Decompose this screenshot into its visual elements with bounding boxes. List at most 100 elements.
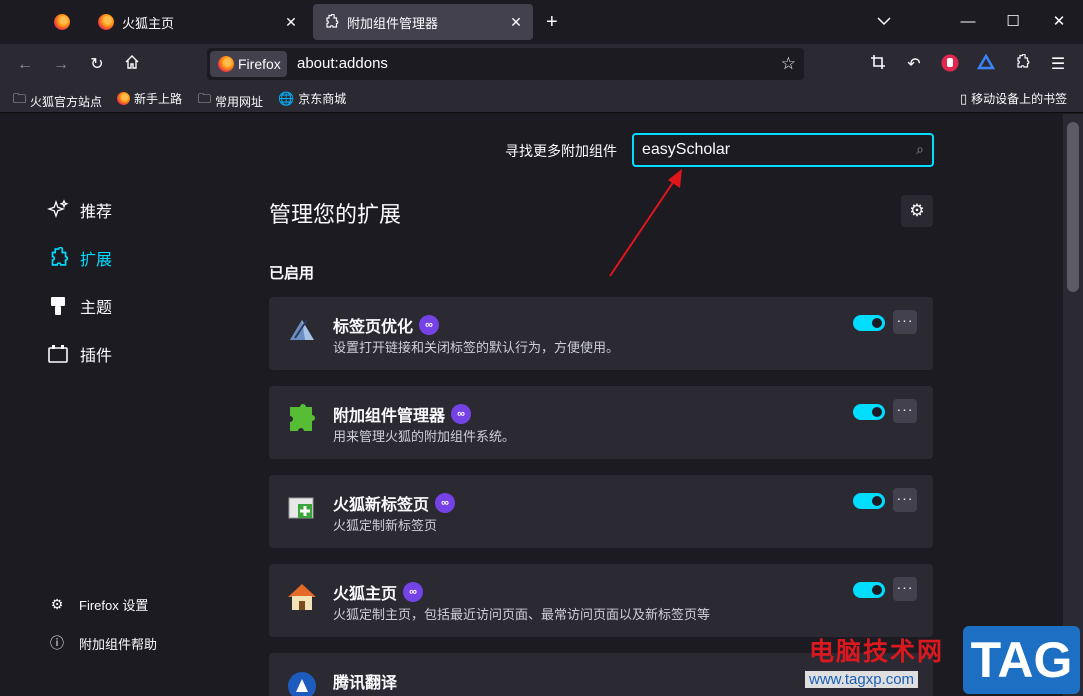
menu-button[interactable]: ☰	[1047, 54, 1069, 76]
close-tab-icon[interactable]: ✕	[282, 13, 300, 31]
addons-help-link[interactable]: ⓘ 附加组件帮助	[49, 633, 157, 653]
folder-icon: 🗀	[198, 91, 212, 106]
addons-page: 寻找更多附加组件 ⌕ 推荐 扩展 主题 插件 ⚙ Firefox 设置 ⓘ 附加…	[0, 114, 1083, 696]
extension-enable-toggle[interactable]	[853, 493, 885, 509]
search-icon: ⌕	[916, 141, 924, 157]
back-button[interactable]: ←	[14, 54, 36, 76]
forward-button[interactable]: →	[50, 54, 72, 76]
addons-search-input[interactable]	[642, 140, 902, 160]
site-watermark: 电脑技术网 www.tagxp.com TAG	[803, 626, 1083, 696]
bookmarks-toolbar: 🗀 火狐官方站点 新手上路 🗀 常用网址 🌐 京东商城 ▯ 移动设备上的书签	[0, 84, 1083, 113]
extension-description: 用来管理火狐的附加组件系统。	[333, 429, 516, 444]
sparkle-icon	[47, 199, 69, 221]
bookmark-star-icon[interactable]: ☆	[781, 54, 796, 74]
minimize-button[interactable]: —	[958, 12, 978, 32]
extension-card[interactable]: 火狐新标签页 ∞ 火狐定制新标签页 ···	[269, 475, 933, 548]
sidebar-item-extensions[interactable]: 扩展	[47, 246, 112, 270]
watermark-site-name: 电脑技术网	[809, 638, 945, 666]
page-title: 管理您的扩展	[269, 202, 402, 227]
section-heading-enabled: 已启用	[269, 265, 315, 282]
firefox-icon	[117, 92, 130, 105]
extension-description: 设置打开链接和关闭标签的默认行为，方便使用。	[333, 340, 620, 355]
firefox-settings-link[interactable]: ⚙ Firefox 设置	[49, 595, 149, 614]
tab-firefox-home[interactable]: 火狐主页 ✕	[88, 4, 308, 40]
more-options-button[interactable]: ···	[893, 399, 917, 423]
translate-icon	[288, 672, 316, 696]
close-window-button[interactable]: ✕	[1049, 12, 1069, 32]
firefox-logo-icon	[54, 14, 70, 30]
sidebar-item-recommendations[interactable]: 推荐	[47, 198, 112, 222]
undo-close-tab-button[interactable]: ↶	[903, 54, 925, 76]
tools-for-addons-button[interactable]: ⚙	[901, 195, 933, 227]
home-icon	[125, 55, 139, 69]
tab-pinned-firefox[interactable]	[44, 4, 84, 40]
extension-card[interactable]: 标签页优化 ∞ 设置打开链接和关闭标签的默认行为，方便使用。 ···	[269, 297, 933, 370]
extension-name: 火狐新标签页	[333, 497, 430, 514]
url-bar[interactable]: Firefox about:addons ☆	[207, 48, 804, 80]
reload-button[interactable]: ↻	[86, 54, 108, 76]
green-puzzle-icon	[290, 404, 315, 431]
extension-enable-toggle[interactable]	[853, 404, 885, 420]
gear-icon: ⚙	[909, 201, 925, 220]
brush-icon	[47, 295, 69, 317]
url-text[interactable]: about:addons	[297, 55, 388, 72]
recommended-badge-icon: ∞	[451, 404, 472, 424]
bookmark-item[interactable]: 🌐 京东商城	[278, 90, 346, 107]
extensions-button[interactable]	[1011, 53, 1033, 76]
new-tab-button[interactable]: +	[546, 12, 558, 32]
puzzle-icon	[1017, 53, 1030, 68]
tab-tweak-icon	[290, 319, 314, 340]
identity-label: Firefox	[238, 56, 281, 72]
maximize-button[interactable]: ☐	[1003, 12, 1023, 32]
tab-title: 附加组件管理器	[347, 15, 439, 31]
new-tab-page-icon	[288, 497, 314, 519]
extension-name: 腾讯翻译	[333, 675, 398, 692]
scrollbar-thumb[interactable]	[1067, 122, 1079, 292]
list-all-tabs-button[interactable]	[874, 12, 894, 32]
recommended-badge-icon: ∞	[419, 315, 440, 335]
extension-enable-toggle[interactable]	[853, 582, 885, 598]
firefox-logo-icon	[98, 14, 114, 30]
addons-search-box[interactable]: ⌕	[632, 133, 934, 167]
firefox-logo-icon	[218, 56, 234, 72]
extension-toolbar-button-2[interactable]	[975, 53, 997, 76]
extension-toolbar-button-1[interactable]	[939, 54, 961, 76]
tab-title: 火狐主页	[122, 15, 175, 31]
bookmark-item[interactable]: 🗀 火狐官方站点	[13, 90, 102, 112]
sidebar-item-plugins[interactable]: 插件	[47, 342, 112, 366]
gear-icon: ⚙	[50, 596, 64, 612]
puzzle-icon	[47, 247, 69, 269]
navigation-toolbar: ← → ↻ Firefox about:addons ☆ ↶ ☰	[0, 44, 1083, 84]
house-icon	[288, 584, 316, 610]
more-options-button[interactable]: ···	[893, 488, 917, 512]
extension-name: 标签页优化	[333, 319, 414, 336]
extension-description: 火狐定制新标签页	[333, 518, 438, 533]
globe-icon: 🌐	[278, 90, 295, 106]
tab-addons-manager[interactable]: 附加组件管理器 ✕	[313, 4, 533, 40]
page-scrollbar[interactable]	[1063, 114, 1083, 696]
more-options-button[interactable]: ···	[893, 310, 917, 334]
extension-name: 火狐主页	[333, 586, 398, 603]
annotation-arrow	[609, 169, 682, 277]
close-tab-icon[interactable]: ✕	[507, 13, 525, 31]
more-options-button[interactable]: ···	[893, 577, 917, 601]
hand-stop-icon	[941, 54, 959, 72]
tab-strip: 火狐主页 ✕ 附加组件管理器 ✕ + — ☐ ✕	[0, 0, 1083, 44]
extension-enable-toggle[interactable]	[853, 315, 885, 331]
help-icon: ⓘ	[50, 635, 64, 651]
watermark-logo: TAG	[963, 626, 1080, 694]
recommended-badge-icon: ∞	[435, 493, 456, 513]
bookmark-item-mobile[interactable]: ▯ 移动设备上的书签	[960, 90, 1067, 107]
puzzle-icon	[326, 14, 339, 28]
extension-name: 附加组件管理器	[333, 408, 446, 425]
search-label: 寻找更多附加组件	[505, 143, 617, 159]
cloud-icon	[976, 53, 996, 70]
screenshot-button[interactable]	[867, 54, 889, 76]
extension-card[interactable]: 附加组件管理器 ∞ 用来管理火狐的附加组件系统。 ···	[269, 386, 933, 459]
mobile-icon: ▯	[960, 90, 968, 106]
bookmark-item[interactable]: 🗀 常用网址	[198, 90, 263, 112]
home-button[interactable]	[121, 54, 143, 76]
sidebar-item-themes[interactable]: 主题	[47, 294, 112, 318]
bookmark-item[interactable]: 新手上路	[117, 90, 182, 107]
identity-box[interactable]: Firefox	[210, 51, 287, 77]
